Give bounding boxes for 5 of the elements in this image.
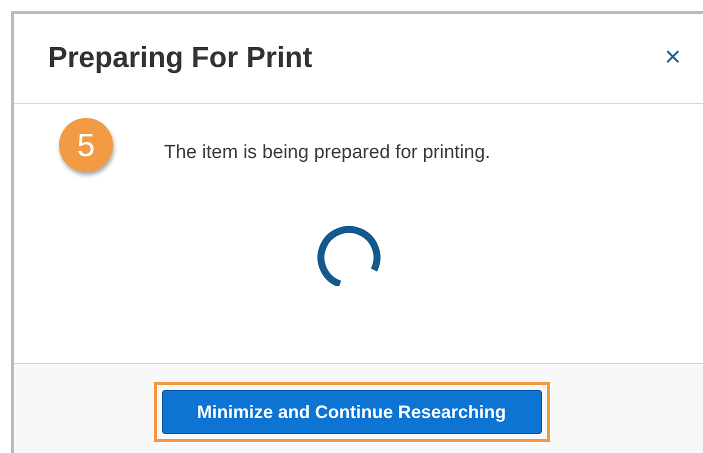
status-message: The item is being prepared for printing. — [164, 140, 490, 165]
minimize-continue-button[interactable]: Minimize and Continue Researching — [162, 390, 542, 434]
step-badge: 5 — [59, 118, 113, 172]
close-button[interactable]: × — [656, 42, 689, 70]
dialog-title: Preparing For Print — [48, 40, 312, 76]
